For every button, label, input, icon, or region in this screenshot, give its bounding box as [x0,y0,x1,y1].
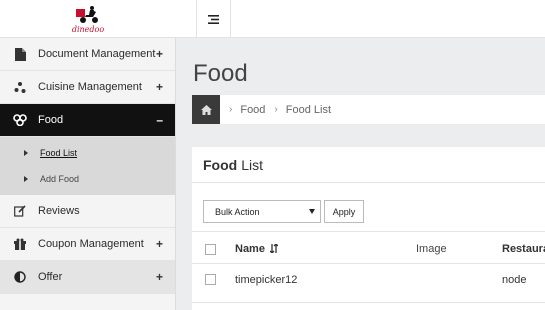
select-all-checkbox[interactable] [205,244,216,255]
adjust-icon [13,270,27,284]
expand-icon[interactable]: + [156,270,163,284]
panel-title-rest: List [241,156,264,173]
food-icon [13,113,27,127]
top-bar: dinedoo [0,0,545,38]
food-submenu: Food List Add Food [0,137,175,195]
submenu-item-food-list[interactable]: Food List [0,140,175,166]
panel-title-bold: Food [203,156,238,173]
sort-icon [269,243,279,254]
caret-right-icon [24,150,28,156]
file-icon [13,47,27,61]
page-title: Food [193,60,248,87]
column-header-label: Name [235,243,265,255]
menu-icon [208,14,219,24]
row-checkbox[interactable] [205,274,216,285]
caret-right-icon [24,176,28,182]
brand-logo[interactable]: dinedoo [0,0,176,38]
expand-icon[interactable]: + [156,80,163,94]
sidebar-item-coupon-management[interactable]: Coupon Management + [0,228,175,261]
sidebar: Document Management + Cuisine Management… [0,38,176,310]
bulk-toolbar: Bulk Action Apply [203,200,364,223]
cell-name[interactable]: timepicker12 [235,274,297,286]
breadcrumb-item-food[interactable]: Food [240,104,265,116]
sidebar-item-label: Offer [38,271,63,283]
home-icon [200,104,212,115]
menu-toggle-button[interactable] [196,0,231,38]
collapse-icon[interactable]: – [156,113,163,127]
breadcrumb-separator: › [229,104,233,115]
column-header-name[interactable]: Name [235,243,279,255]
sidebar-item-offer[interactable]: Offer + [0,261,175,294]
breadcrumb: › Food › Food List [192,95,545,124]
food-list-panel: Food List Bulk Action Apply Name Image R… [192,147,545,310]
sidebar-item-reviews[interactable]: Reviews [0,195,175,228]
sidebar-item-cuisine-management[interactable]: Cuisine Management + [0,71,175,104]
panel-title: Food List [192,147,545,183]
sidebar-item-label: Cuisine Management [38,81,142,93]
submenu-item-label: Food List [40,148,78,158]
breadcrumb-item-food-list[interactable]: Food List [286,104,331,116]
scooter-icon [75,5,101,25]
column-header-image[interactable]: Image [416,243,447,255]
sidebar-item-label: Coupon Management [38,238,144,250]
sidebar-item-label: Reviews [38,205,80,217]
apply-button[interactable]: Apply [324,200,364,223]
expand-icon[interactable]: + [156,237,163,251]
expand-icon[interactable]: + [156,47,163,61]
sidebar-item-label: Document Management [38,48,156,60]
home-button[interactable] [192,95,220,124]
bulk-action-value: Bulk Action [215,206,260,217]
submenu-item-label: Add Food [40,174,80,184]
edit-icon [13,204,27,218]
gift-icon [13,237,27,251]
table-divider [192,263,545,264]
cuisine-icon [13,80,27,94]
column-header-restaurant[interactable]: Restaura [502,243,545,255]
brand-name: dinedoo [71,24,105,34]
bulk-action-select[interactable]: Bulk Action [203,200,321,223]
breadcrumb-separator: › [274,104,278,115]
table-divider [192,302,545,303]
cell-restaurant: node [502,274,527,286]
submenu-item-add-food[interactable]: Add Food [0,166,175,192]
sidebar-item-label: Food [38,114,64,126]
sidebar-item-food[interactable]: Food – [0,104,175,137]
caret-down-icon [309,209,315,214]
table-divider [192,231,545,232]
sidebar-item-document-management[interactable]: Document Management + [0,38,175,71]
